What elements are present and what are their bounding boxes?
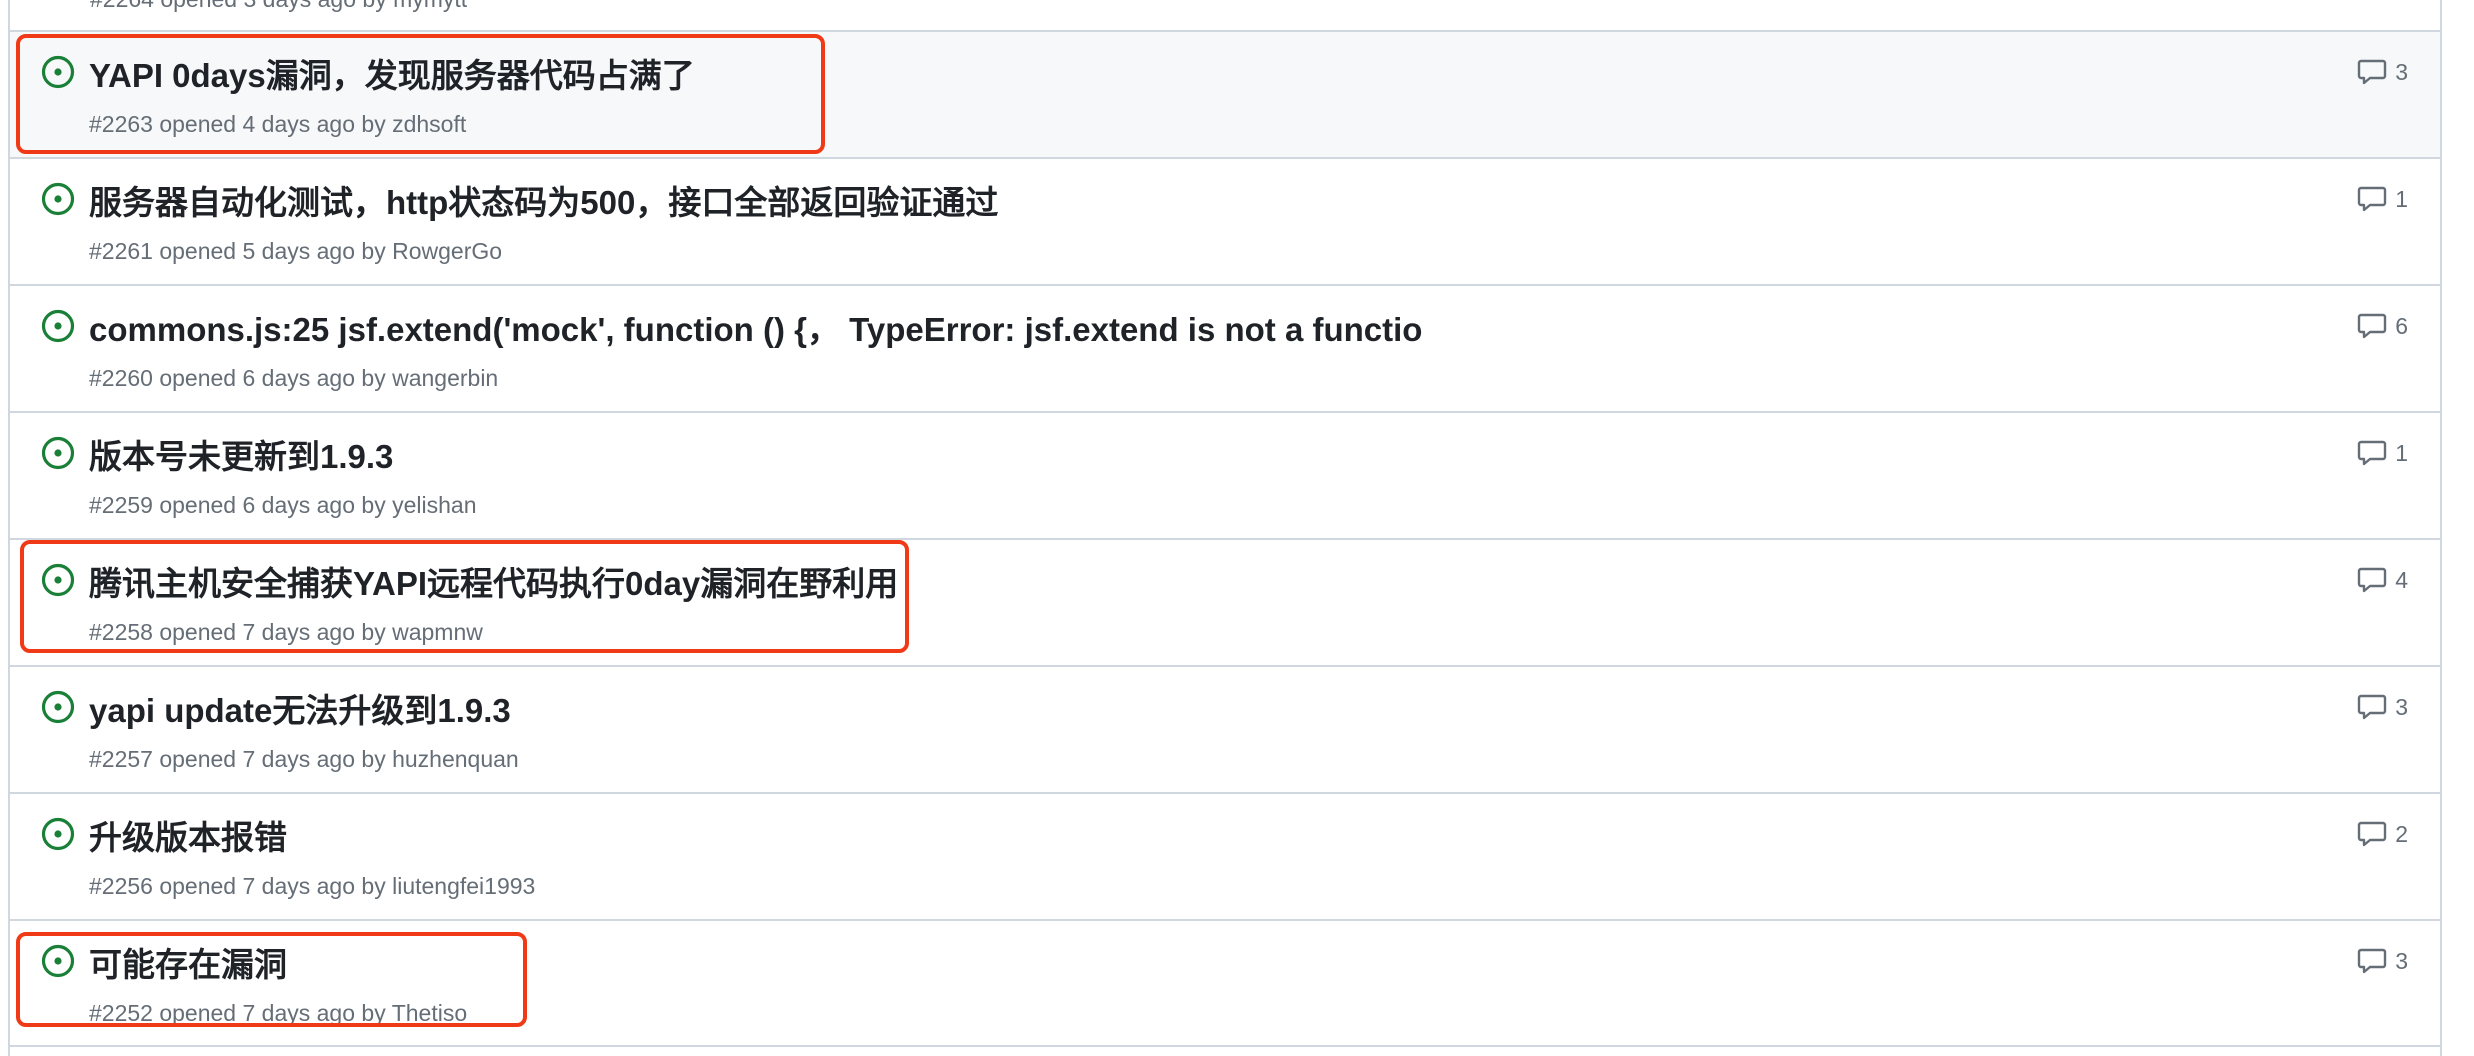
list-divider (10, 1045, 2440, 1047)
issue-author-link[interactable]: wapmnw (392, 619, 483, 645)
comment-icon (2357, 185, 2387, 213)
comments-link[interactable]: 2 (2357, 820, 2408, 848)
issue-opened-icon (40, 562, 76, 598)
issue-meta-text: #2252 opened 7 days ago by (89, 1000, 386, 1026)
issue-meta-text: #2257 opened 7 days ago by (89, 746, 386, 772)
issue-row[interactable]: 版本号未更新到1.9.3 #2259 opened 6 days ago by y… (10, 411, 2440, 538)
issue-title-link[interactable]: 可能存在漏洞 (89, 945, 287, 985)
issue-meta-text: #2256 opened 7 days ago by (89, 873, 386, 899)
issue-opened-icon (40, 54, 76, 90)
issue-meta: #2260 opened 6 days ago by wangerbin (89, 363, 498, 393)
comment-count: 3 (2395, 58, 2408, 85)
issue-title-link[interactable]: 服务器自动化测试，http状态码为500，接口全部返回验证通过 (89, 183, 998, 223)
issue-row[interactable]: yapi update无法升级到1.9.3 #2257 opened 7 days… (10, 665, 2440, 792)
issue-row[interactable]: commons.js:25 jsf.extend('mock', functio… (10, 284, 2440, 411)
issue-meta-text: #2263 opened 4 days ago by (89, 111, 386, 137)
issue-opened-icon (40, 308, 76, 344)
issue-title-link[interactable]: YAPI 0days漏洞，发现服务器代码占满了 (89, 56, 695, 96)
comment-count: 3 (2395, 947, 2408, 974)
issue-title-link[interactable]: 版本号未更新到1.9.3 (89, 437, 393, 477)
comment-count: 3 (2395, 693, 2408, 720)
issue-opened-icon (40, 435, 76, 471)
issue-author-link[interactable]: huzhenquan (392, 746, 519, 772)
comments-link[interactable]: 1 (2357, 439, 2408, 467)
issue-row[interactable]: YAPI 0days漏洞，发现服务器代码占满了 #2263 opened 4 da… (10, 30, 2440, 157)
issue-meta-text: #2259 opened 6 days ago by (89, 492, 386, 518)
comment-count: 1 (2395, 439, 2408, 466)
issue-opened-icon (40, 689, 76, 725)
comment-count: 6 (2395, 312, 2408, 339)
issue-meta-text: #2260 opened 6 days ago by (89, 365, 386, 391)
comment-icon (2357, 947, 2387, 975)
comment-icon (2357, 566, 2387, 594)
comments-link[interactable]: 1 (2357, 185, 2408, 213)
issue-meta-text: #2261 opened 5 days ago by (89, 238, 386, 264)
issue-title-link[interactable]: commons.js:25 jsf.extend('mock', functio… (89, 310, 1422, 350)
issue-row[interactable]: 服务器自动化测试，http状态码为500，接口全部返回验证通过 #2261 ope… (10, 157, 2440, 284)
comments-link[interactable]: 4 (2357, 566, 2408, 594)
issue-opened-icon (40, 816, 76, 852)
comment-count: 1 (2395, 185, 2408, 212)
issue-meta: #2259 opened 6 days ago by yelishan (89, 490, 476, 520)
issue-meta: #2258 opened 7 days ago by wapmnw (89, 617, 483, 647)
comments-link[interactable]: 3 (2357, 947, 2408, 975)
comments-link[interactable]: 3 (2357, 693, 2408, 721)
issue-opened-icon (40, 943, 76, 979)
comment-icon (2357, 58, 2387, 86)
issue-author-link[interactable]: wangerbin (392, 365, 498, 391)
issue-meta: #2263 opened 4 days ago by zdhsoft (89, 109, 466, 139)
comment-count: 2 (2395, 820, 2408, 847)
issue-meta: #2252 opened 7 days ago by Thetiso (89, 998, 467, 1028)
issue-title-link[interactable]: yapi update无法升级到1.9.3 (89, 691, 511, 731)
issue-opened-icon (40, 181, 76, 217)
issue-author-link[interactable]: RowgerGo (392, 238, 502, 264)
issue-meta: #2261 opened 5 days ago by RowgerGo (89, 236, 502, 266)
issue-author-link[interactable]: yelishan (392, 492, 476, 518)
issue-row[interactable]: 升级版本报错 #2256 opened 7 days ago by liuteng… (10, 792, 2440, 919)
issue-row[interactable]: 可能存在漏洞 #2252 opened 7 days ago by Thetiso… (10, 919, 2440, 1046)
issue-author-link[interactable]: zdhsoft (392, 111, 466, 137)
issue-meta: #2257 opened 7 days ago by huzhenquan (89, 744, 519, 774)
partial-issue-meta: #2264 opened 3 days ago by mymytt (90, 0, 467, 13)
issue-author-link[interactable]: Thetiso (392, 1000, 467, 1026)
comment-count: 4 (2395, 566, 2408, 593)
comments-link[interactable]: 3 (2357, 58, 2408, 86)
issue-title-link[interactable]: 腾讯主机安全捕获YAPI远程代码执行0day漏洞在野利用 (89, 564, 898, 604)
comment-icon (2357, 439, 2387, 467)
comment-icon (2357, 820, 2387, 848)
comment-icon (2357, 312, 2387, 340)
issue-row[interactable]: 腾讯主机安全捕获YAPI远程代码执行0day漏洞在野利用 #2258 opened… (10, 538, 2440, 665)
issue-meta: #2256 opened 7 days ago by liutengfei199… (89, 871, 535, 901)
issue-author-link[interactable]: liutengfei1993 (392, 873, 535, 899)
issue-title-link[interactable]: 升级版本报错 (89, 818, 287, 858)
issue-meta-text: #2258 opened 7 days ago by (89, 619, 386, 645)
comments-link[interactable]: 6 (2357, 312, 2408, 340)
comment-icon (2357, 693, 2387, 721)
issue-list: #2264 opened 3 days ago by mymytt YAPI 0… (8, 0, 2442, 1056)
